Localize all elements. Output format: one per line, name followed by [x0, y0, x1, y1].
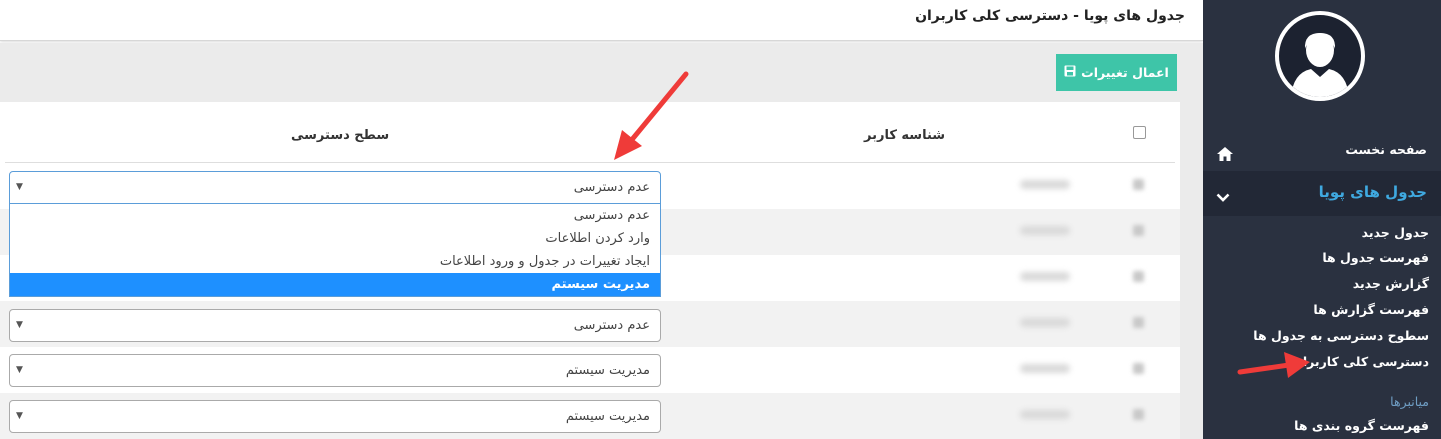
dropdown-arrow-icon: ▼ — [16, 182, 23, 192]
row-checkbox[interactable] — [1133, 317, 1144, 328]
page-title: جدول های پویا - دسترسی کلی کاربران — [915, 8, 1185, 24]
top-bar: جدول های پویا - دسترسی کلی کاربران — [0, 0, 1203, 41]
access-level-select[interactable]: مدیریت سیستم ▼ — [9, 354, 661, 387]
sidebar-item-new-report[interactable]: گزارش جدید — [1353, 276, 1429, 291]
sidebar-item-table-list[interactable]: فهرست جدول ها — [1322, 250, 1429, 265]
user-id-redacted — [1020, 180, 1070, 189]
floppy-disk-icon — [1064, 65, 1076, 80]
option-edit-table-and-entry[interactable]: ایجاد تغییرات در جدول و ورود اطلاعات — [10, 250, 660, 273]
sidebar-item-new-table[interactable]: جدول جدید — [1362, 225, 1429, 240]
sidebar-item-user-access[interactable]: دسترسی کلی کاربران — [1292, 354, 1429, 369]
column-header-user-id: شناسه کاربر — [864, 128, 946, 143]
selected-value: عدم دسترسی — [573, 180, 650, 195]
user-id-redacted — [1020, 272, 1070, 281]
row-checkbox[interactable] — [1133, 409, 1144, 420]
row-checkbox[interactable] — [1133, 179, 1144, 190]
option-data-entry[interactable]: وارد کردن اطلاعات — [10, 227, 660, 250]
sidebar-item-table-access-levels[interactable]: سطوح دسترسی به جدول ها — [1253, 328, 1429, 343]
row-checkbox[interactable] — [1133, 271, 1144, 282]
access-level-options: عدم دسترسی وارد کردن اطلاعات ایجاد تغییر… — [9, 204, 661, 297]
selected-value: مدیریت سیستم — [565, 409, 650, 424]
sidebar-section-dynamic-tables[interactable]: جدول های پویا — [1203, 171, 1441, 216]
chevron-down-icon — [1216, 188, 1230, 207]
user-id-redacted — [1020, 318, 1070, 327]
option-system-admin[interactable]: مدیریت سیستم — [10, 273, 660, 296]
home-icon — [1217, 146, 1233, 165]
user-id-redacted — [1020, 364, 1070, 373]
sidebar: صفحه نخست جدول های پویا جدول جدید فهرست … — [1203, 0, 1441, 439]
save-changes-button[interactable]: اعمال تغییرات — [1056, 54, 1177, 91]
access-level-select[interactable]: عدم دسترسی ▼ — [9, 309, 661, 342]
user-id-redacted — [1020, 226, 1070, 235]
user-id-redacted — [1020, 410, 1070, 419]
selected-value: مدیریت سیستم — [565, 363, 650, 378]
sidebar-item-home[interactable]: صفحه نخست — [1203, 134, 1441, 168]
option-no-access[interactable]: عدم دسترسی — [10, 204, 660, 227]
dropdown-arrow-icon: ▼ — [16, 320, 23, 330]
sidebar-item-report-list[interactable]: فهرست گزارش ها — [1313, 302, 1429, 317]
dropdown-arrow-icon: ▼ — [16, 365, 23, 375]
sidebar-shortcuts-heading: میانبرها — [1390, 394, 1429, 409]
access-level-select[interactable]: مدیریت سیستم ▼ — [9, 400, 661, 433]
row-checkbox[interactable] — [1133, 225, 1144, 236]
section-label: جدول های پویا — [1318, 183, 1427, 201]
row-checkbox[interactable] — [1133, 363, 1144, 374]
user-avatar-icon — [1275, 11, 1365, 101]
access-level-select[interactable]: عدم دسترسی ▼ — [9, 171, 661, 204]
column-header-access-level: سطح دسترسی — [291, 128, 390, 143]
select-all-checkbox[interactable] — [1133, 126, 1146, 139]
save-button-label: اعمال تغییرات — [1081, 65, 1169, 80]
home-label: صفحه نخست — [1345, 142, 1427, 157]
selected-value: عدم دسترسی — [573, 318, 650, 333]
dropdown-arrow-icon: ▼ — [16, 411, 23, 421]
sidebar-item-group-list[interactable]: فهرست گروه بندی ها — [1294, 418, 1429, 433]
